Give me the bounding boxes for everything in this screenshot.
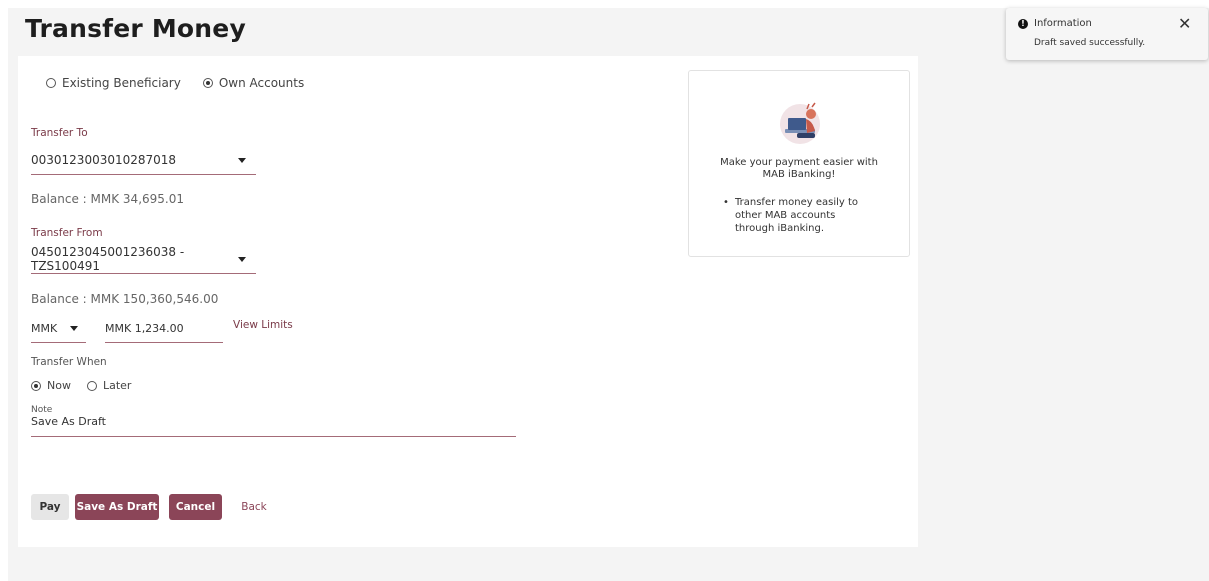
close-icon[interactable]: ✕ bbox=[1178, 14, 1191, 33]
note-value: Save As Draft bbox=[31, 415, 106, 428]
toast-message: Draft saved successfully. bbox=[1034, 38, 1146, 48]
promo-panel: Make your payment easier with MAB iBanki… bbox=[688, 70, 910, 257]
person-laptop-illustration bbox=[780, 102, 820, 144]
transfer-from-label: Transfer From bbox=[31, 227, 103, 239]
transfer-when-label: Transfer When bbox=[31, 356, 107, 368]
currency-select[interactable]: MMK bbox=[31, 318, 86, 343]
amount-input[interactable]: MMK 1,234.00 bbox=[105, 320, 223, 343]
promo-bullet-list: Transfer money easily to other MAB accou… bbox=[723, 196, 863, 235]
transfer-from-balance: Balance : MMK 150,360,546.00 bbox=[31, 292, 219, 306]
view-limits-link[interactable]: View Limits bbox=[233, 319, 293, 331]
save-draft-button[interactable]: Save As Draft bbox=[75, 494, 159, 520]
transfer-to-balance: Balance : MMK 34,695.01 bbox=[31, 192, 184, 206]
promo-illustration bbox=[773, 99, 827, 147]
chevron-down-icon bbox=[70, 325, 78, 331]
radio-label: Own Accounts bbox=[218, 76, 305, 90]
radio-checked-icon bbox=[202, 78, 213, 88]
radio-now[interactable]: Now bbox=[31, 379, 71, 392]
info-toast: ! Information Draft saved successfully. … bbox=[1006, 8, 1208, 60]
transfer-to-label: Transfer To bbox=[31, 127, 88, 139]
transfer-to-select[interactable]: 0030123003010287018 bbox=[31, 150, 256, 175]
promo-bullet: Transfer money easily to other MAB accou… bbox=[723, 196, 863, 235]
toast-title: Information bbox=[1034, 18, 1092, 29]
amount-value: MMK 1,234.00 bbox=[105, 322, 184, 335]
radio-label: Now bbox=[47, 379, 71, 392]
radio-label: Later bbox=[102, 379, 132, 392]
chevron-down-icon bbox=[238, 157, 246, 163]
back-button[interactable]: Back bbox=[232, 494, 276, 520]
note-label: Note bbox=[31, 405, 53, 415]
info-icon: ! bbox=[1018, 19, 1028, 29]
chevron-down-icon bbox=[238, 256, 246, 262]
note-input[interactable]: Save As Draft bbox=[31, 415, 516, 437]
currency-value: MMK bbox=[31, 321, 58, 335]
promo-title: Make your payment easier with MAB iBanki… bbox=[720, 157, 878, 180]
radio-unchecked-icon bbox=[86, 380, 97, 391]
transfer-when-group: Now Later bbox=[31, 379, 131, 392]
radio-own-accounts[interactable]: Own Accounts bbox=[202, 76, 305, 90]
radio-unchecked-icon bbox=[46, 78, 56, 88]
page-title: Transfer Money bbox=[25, 14, 246, 43]
radio-existing-beneficiary[interactable]: Existing Beneficiary bbox=[46, 76, 181, 90]
transfer-from-select[interactable]: 0450123045001236038 - TZS100491 bbox=[31, 245, 256, 274]
cancel-button[interactable]: Cancel bbox=[169, 494, 222, 520]
beneficiary-type-group: Existing Beneficiary Own Accounts bbox=[46, 76, 304, 90]
radio-checked-icon bbox=[31, 380, 41, 391]
pay-button[interactable]: Pay bbox=[31, 494, 69, 520]
radio-later[interactable]: Later bbox=[86, 379, 132, 392]
radio-label: Existing Beneficiary bbox=[62, 76, 181, 90]
transfer-from-value: 0450123045001236038 - TZS100491 bbox=[31, 245, 185, 273]
transfer-to-value: 0030123003010287018 bbox=[31, 153, 177, 167]
